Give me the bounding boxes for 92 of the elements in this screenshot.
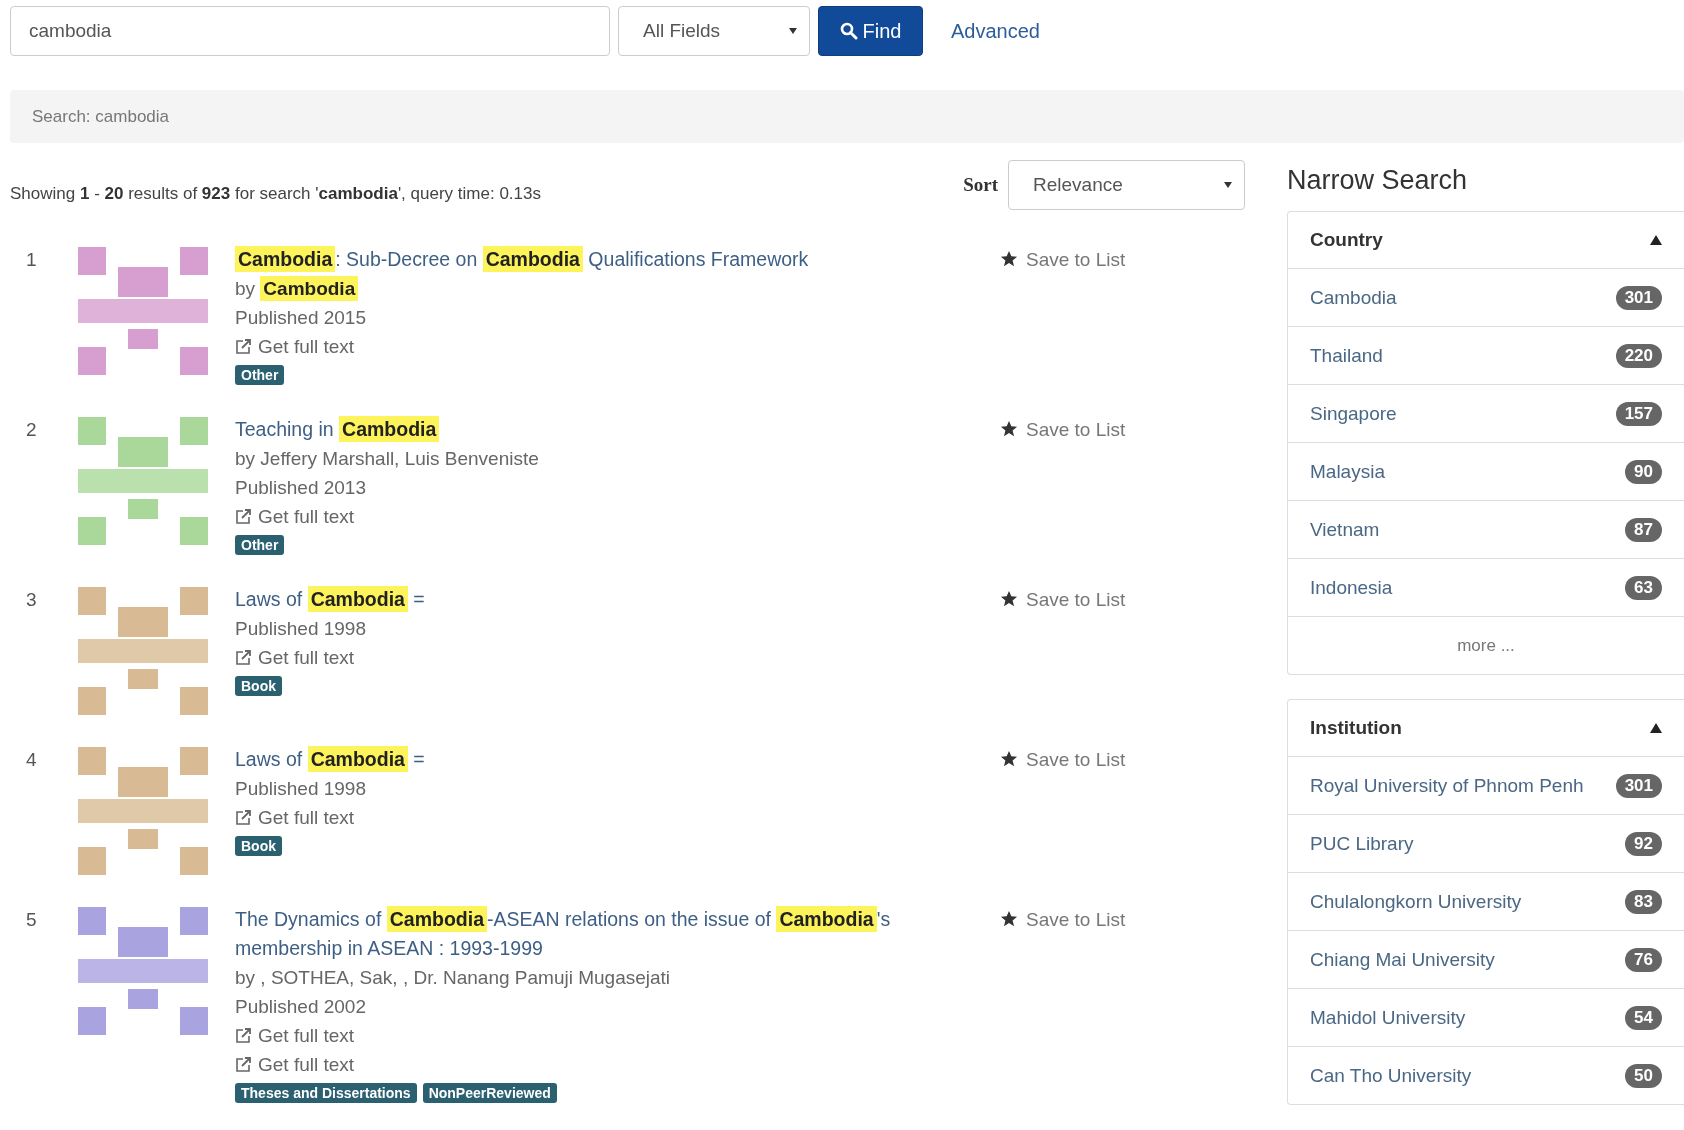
external-link-icon: [235, 1027, 252, 1044]
advanced-search-link[interactable]: Advanced: [951, 19, 1040, 43]
facet-item[interactable]: Mahidol University 54: [1288, 988, 1684, 1046]
facet-item[interactable]: Chiang Mai University 76: [1288, 930, 1684, 988]
count-badge: 92: [1625, 831, 1662, 856]
count-badge: 220: [1615, 343, 1662, 368]
book-cover-thumbnail[interactable]: [78, 247, 208, 375]
external-link-icon: [235, 508, 252, 525]
facet-item[interactable]: Royal University of Phnom Penh 301: [1288, 756, 1684, 814]
facet-item[interactable]: Malaysia 90: [1288, 442, 1684, 500]
facet-item[interactable]: Thailand 220: [1288, 326, 1684, 384]
format-label: Theses and Dissertations: [235, 1083, 417, 1103]
result-number: 3: [25, 588, 38, 612]
full-text-link[interactable]: Get full text: [235, 332, 355, 361]
full-text-link[interactable]: Get full text: [235, 502, 355, 531]
star-icon: [1000, 590, 1018, 608]
collapse-caret-icon: [1650, 723, 1662, 733]
result-number: 2: [25, 418, 38, 442]
full-text-link[interactable]: Get full text: [235, 803, 355, 832]
count-badge: 87: [1625, 517, 1662, 542]
count-badge: 90: [1625, 459, 1662, 484]
sidebar-heading: Narrow Search: [1287, 165, 1469, 196]
facet-item[interactable]: Vietnam 87: [1288, 500, 1684, 558]
star-icon: [1000, 420, 1018, 438]
format-label: Book: [235, 676, 282, 696]
result-published-date: Published 1998: [235, 777, 367, 801]
external-link-icon: [235, 338, 252, 355]
external-link-icon: [235, 1056, 252, 1073]
book-cover-thumbnail[interactable]: [78, 587, 208, 715]
results-summary: Showing 1 - 20 results of 923 for search 'cambodia', query time: 0.13s: [10, 183, 541, 204]
result-number: 1: [25, 248, 38, 272]
facet-item[interactable]: Can Tho University 50: [1288, 1046, 1684, 1104]
facet-item[interactable]: Chulalongkorn University 83: [1288, 872, 1684, 930]
breadcrumb-text: Search: cambodia: [32, 106, 170, 127]
count-badge: 83: [1625, 889, 1662, 914]
count-badge: 157: [1615, 401, 1662, 426]
save-to-list-link[interactable]: Save to List: [1000, 415, 1126, 444]
result-published-date: Published 1998: [235, 617, 367, 641]
save-to-list-link[interactable]: Save to List: [1000, 245, 1126, 274]
star-icon: [1000, 910, 1018, 928]
result-author: by Cambodia: [235, 274, 935, 303]
format-label: NonPeerReviewed: [422, 1083, 557, 1103]
facet-header[interactable]: Institution: [1288, 700, 1684, 756]
result-published-date: Published 2002: [235, 995, 367, 1019]
result-published-date: Published 2013: [235, 476, 367, 500]
format-label: Other: [235, 535, 285, 555]
collapse-caret-icon: [1650, 235, 1662, 245]
sort-label: Sort: [963, 174, 998, 196]
facet-item[interactable]: PUC Library 92: [1288, 814, 1684, 872]
result-title-link[interactable]: Cambodia: Sub-Decree on Cambodia Qualifications Framework: [235, 245, 935, 274]
full-text-link[interactable]: Get full text: [235, 643, 355, 672]
dropdown-caret-icon: [1224, 182, 1232, 188]
book-cover-thumbnail[interactable]: [78, 907, 208, 1035]
result-author: by Jeffery Marshall, Luis Benveniste: [235, 447, 540, 471]
search-type-dropdown[interactable]: All Fields: [618, 6, 810, 56]
facet-item[interactable]: Cambodia 301: [1288, 268, 1684, 326]
save-to-list-link[interactable]: Save to List: [1000, 905, 1126, 934]
result-title-link[interactable]: Laws of Cambodia =: [235, 745, 935, 774]
result-author: by , SOTHEA, Sak, , Dr. Nanang Pamuji Mugasejati: [235, 966, 672, 990]
full-text-link[interactable]: Get full text: [235, 1050, 355, 1079]
count-badge: 301: [1615, 285, 1662, 310]
facet-item[interactable]: Singapore 157: [1288, 384, 1684, 442]
format-label: Other: [235, 365, 285, 385]
count-badge: 54: [1625, 1005, 1662, 1030]
facet-header[interactable]: Country: [1288, 212, 1684, 268]
star-icon: [1000, 250, 1018, 268]
more-link[interactable]: more ...: [1288, 616, 1684, 674]
full-text-link[interactable]: Get full text: [235, 1021, 355, 1050]
external-link-icon: [235, 809, 252, 826]
format-label: Book: [235, 836, 282, 856]
external-link-icon: [235, 649, 252, 666]
result-number: 5: [25, 908, 38, 932]
search-icon: [839, 22, 858, 40]
find-button[interactable]: Find: [818, 6, 923, 56]
result-title-link[interactable]: The Dynamics of Cambodia-ASEAN relations on the issue of Cambodia's membership in ASEAN : 1993-1999: [235, 905, 935, 963]
book-cover-thumbnail[interactable]: [78, 747, 208, 875]
result-number: 4: [25, 748, 38, 772]
result-title-link[interactable]: Laws of Cambodia =: [235, 585, 935, 614]
save-to-list-link[interactable]: Save to List: [1000, 585, 1126, 614]
star-icon: [1000, 750, 1018, 768]
result-title-link[interactable]: Teaching in Cambodia: [235, 415, 935, 444]
book-cover-thumbnail[interactable]: [78, 417, 208, 545]
sort-dropdown[interactable]: Relevance: [1008, 160, 1245, 210]
search-field[interactable]: cambodia: [10, 6, 610, 56]
count-badge: 76: [1625, 947, 1662, 972]
count-badge: 63: [1625, 575, 1662, 600]
save-to-list-link[interactable]: Save to List: [1000, 745, 1126, 774]
result-published-date: Published 2015: [235, 306, 367, 330]
count-badge: 301: [1615, 773, 1662, 798]
dropdown-caret-icon: [789, 28, 797, 34]
count-badge: 50: [1625, 1063, 1662, 1088]
facet-item[interactable]: Indonesia 63: [1288, 558, 1684, 616]
